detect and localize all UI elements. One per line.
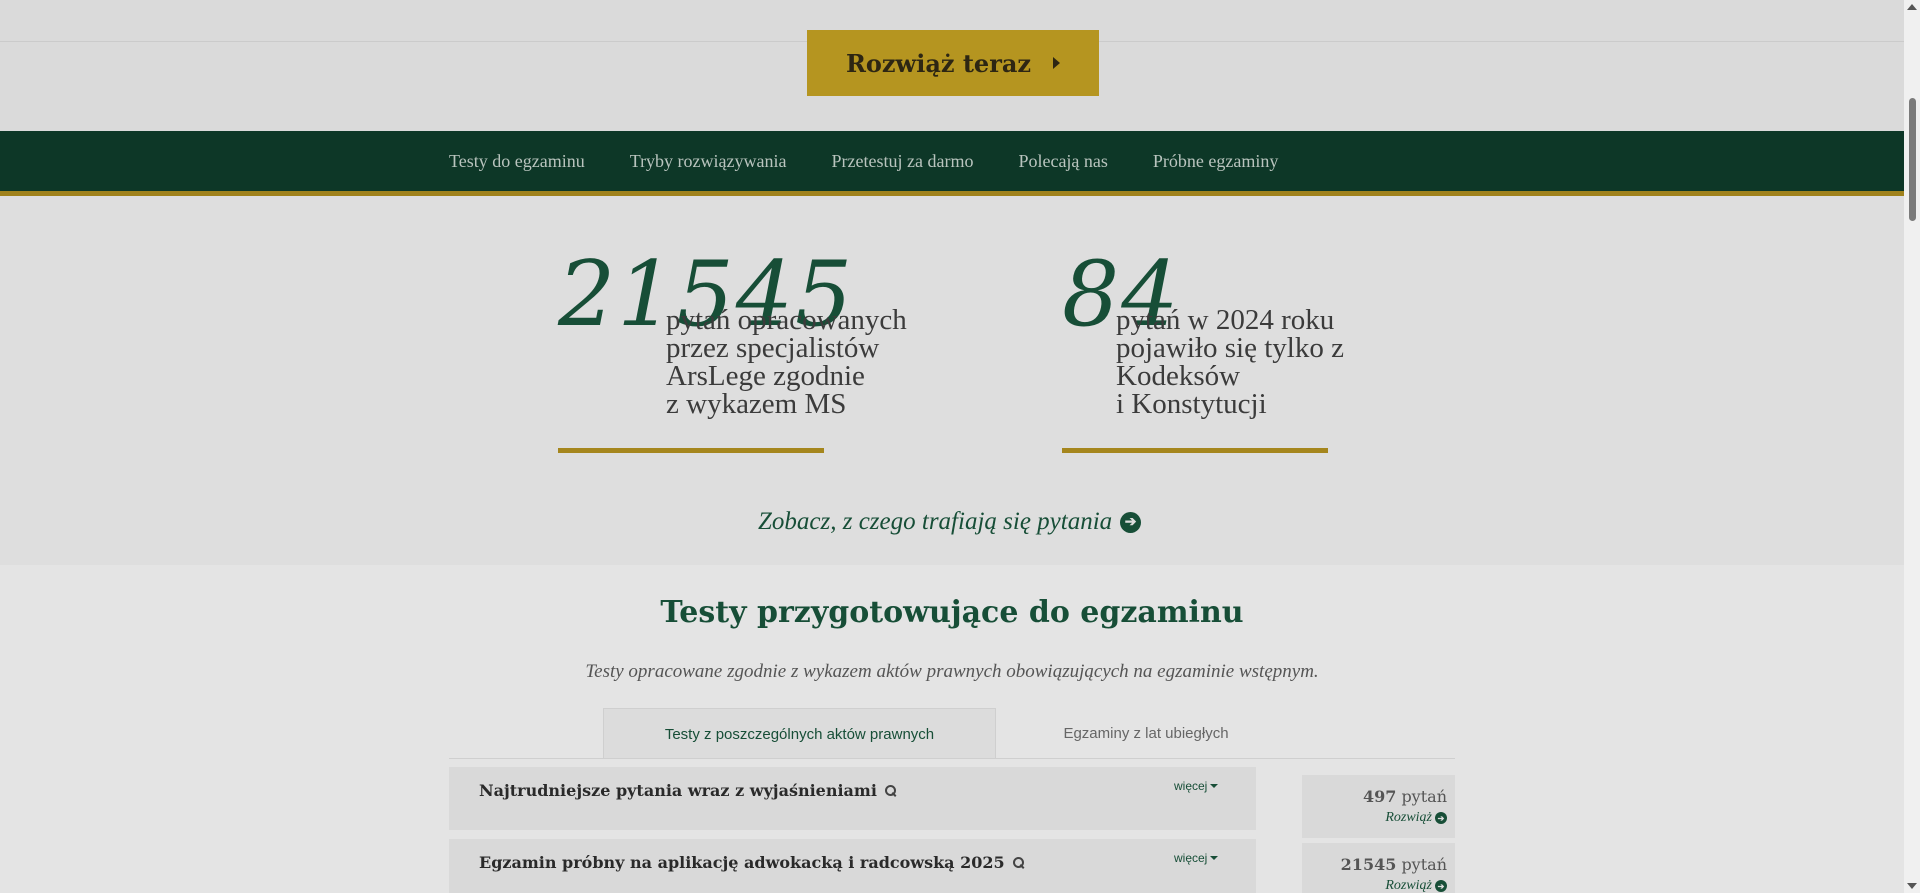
caret-down-icon <box>1210 784 1219 788</box>
solve-label: Rozwiąż <box>1385 878 1432 893</box>
circle-arrow-right-icon: ➔ <box>1120 511 1142 533</box>
solve-now-button[interactable]: Rozwiąż teraz <box>807 30 1099 96</box>
stat-underline <box>558 448 824 453</box>
more-dropdown[interactable]: więcej <box>1174 851 1219 865</box>
scroll-down-icon[interactable] <box>1907 883 1917 889</box>
search-icon[interactable] <box>884 785 896 796</box>
tab-past-exams[interactable]: Egzaminy z lat ubiegłych <box>996 708 1296 759</box>
scroll-up-icon[interactable] <box>1907 4 1917 10</box>
stat-description: pytań w 2024 roku pojawiło się tylko z K… <box>1116 304 1344 420</box>
circle-arrow-right-icon: ➔ <box>1435 880 1447 892</box>
test-row-title[interactable]: Najtrudniejsze pytania wraz z wyjaśnieni… <box>479 781 877 800</box>
nav-item-mock-exams[interactable]: Próbne egzaminy <box>1153 151 1278 172</box>
test-row-side: 497 pytań Rozwiąż ➔ <box>1302 775 1455 838</box>
test-row[interactable]: Najtrudniejsze pytania wraz z wyjaśnieni… <box>449 767 1256 830</box>
nav-item-testimonials[interactable]: Polecają nas <box>1018 151 1107 172</box>
circle-arrow-right-icon: ➔ <box>1435 812 1447 824</box>
more-dropdown[interactable]: więcej <box>1174 779 1219 793</box>
question-unit: pytań <box>1401 787 1447 806</box>
caret-right-icon <box>1053 57 1061 69</box>
test-row[interactable]: Egzamin próbny na aplikację adwokacką i … <box>449 839 1256 893</box>
test-row-title[interactable]: Egzamin próbny na aplikację adwokacką i … <box>479 853 1005 872</box>
more-label: więcej <box>1174 851 1208 865</box>
solve-link[interactable]: Rozwiąż ➔ <box>1385 810 1447 826</box>
more-label: więcej <box>1174 779 1208 793</box>
nav-item-modes[interactable]: Tryby rozwiązywania <box>630 151 787 172</box>
main-nav: Testy do egzaminu Tryby rozwiązywania Pr… <box>0 131 1904 191</box>
solve-label: Rozwiąż <box>1385 810 1432 825</box>
scrollbar-thumb[interactable] <box>1909 98 1916 221</box>
question-count: 21545 <box>1340 855 1397 874</box>
test-row-side: 21545 pytań Rozwiąż ➔ <box>1302 843 1455 893</box>
see-questions-link[interactable]: Zobacz, z czego trafiają się pytania ➔ <box>758 508 1142 536</box>
question-unit: pytań <box>1401 855 1447 874</box>
search-icon[interactable] <box>1012 857 1024 868</box>
nav-item-try-free[interactable]: Przetestuj za darmo <box>832 151 974 172</box>
question-count: 497 <box>1362 787 1397 806</box>
stat-description: pytań opracowanych przez specjalistów Ar… <box>666 304 907 420</box>
solve-link[interactable]: Rozwiąż ➔ <box>1385 878 1447 893</box>
tests-subtitle: Testy opracowane zgodnie z wykazem aktów… <box>585 661 1319 682</box>
stat-underline <box>1062 448 1328 453</box>
see-questions-label: Zobacz, z czego trafiają się pytania <box>758 508 1113 535</box>
tabs-divider <box>449 758 1455 759</box>
solve-now-label: Rozwiąż teraz <box>845 48 1032 78</box>
nav-item-tests[interactable]: Testy do egzaminu <box>449 151 585 172</box>
tab-legal-acts[interactable]: Testy z poszczególnych aktów prawnych <box>603 708 996 759</box>
caret-down-icon <box>1210 856 1219 860</box>
tests-title: Testy przygotowujące do egzaminu <box>660 595 1244 630</box>
